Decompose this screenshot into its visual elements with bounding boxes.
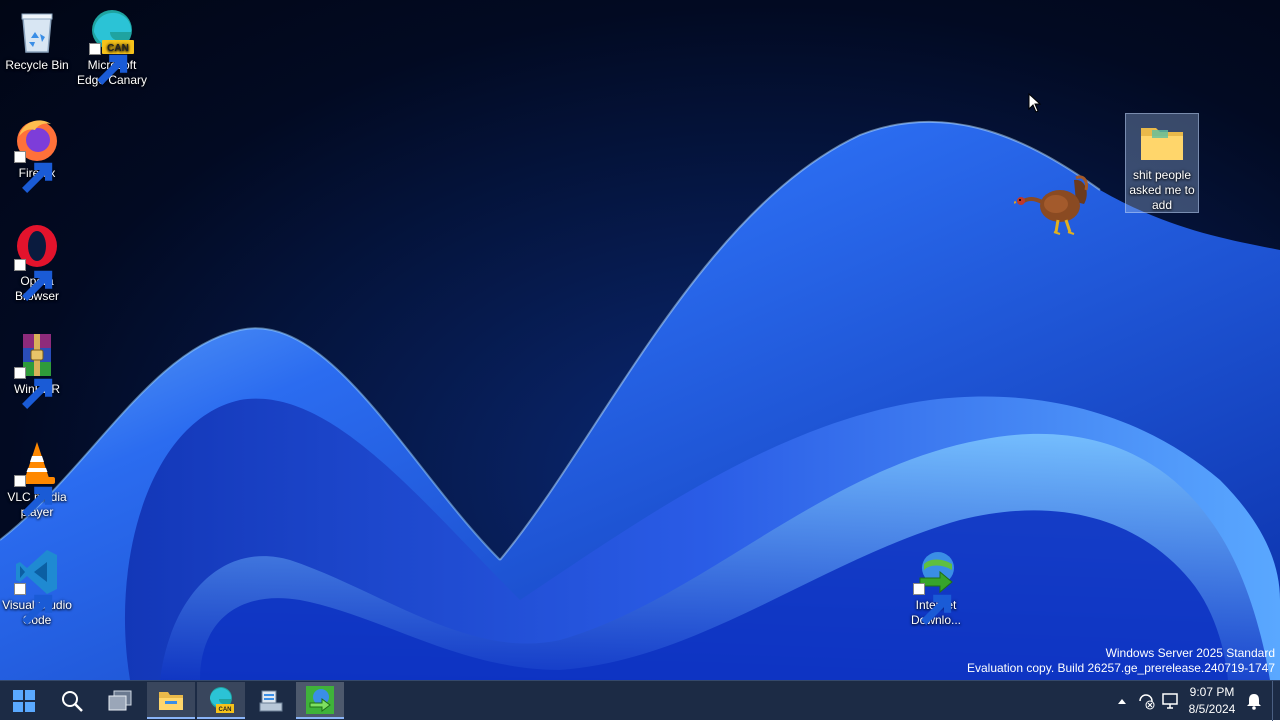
opera-browser-icon-item[interactable]: Opera Browser — [0, 224, 74, 304]
edge-canary-icon: CAN — [210, 686, 234, 713]
recycle-bin-icon-item[interactable]: Recycle Bin — [0, 8, 74, 73]
search-button[interactable] — [48, 682, 96, 719]
clock[interactable]: 9:07 PM 8/5/2024 — [1184, 684, 1240, 718]
winrar-icon — [13, 332, 61, 409]
tray-overflow-button[interactable] — [1110, 681, 1134, 721]
opera-icon — [13, 224, 61, 301]
watermark-edition: Windows Server 2025 Standard — [1105, 646, 1275, 660]
task-view-icon — [108, 690, 132, 710]
file-explorer-icon — [159, 691, 183, 710]
show-desktop-button[interactable] — [1272, 681, 1280, 721]
recycle-bin-icon — [13, 8, 61, 56]
wallpaper-background — [0, 120, 1280, 680]
visual-studio-code-icon-item[interactable]: Visual Studio Code — [0, 548, 74, 628]
vlc-media-player-icon-item[interactable]: VLC media player — [0, 440, 74, 520]
task-view-button[interactable] — [96, 682, 144, 719]
turkey-pet-image[interactable] — [1014, 172, 1092, 240]
search-icon — [62, 690, 83, 712]
vscode-icon — [13, 548, 61, 625]
windows-start-icon — [13, 689, 35, 712]
bell-icon — [1247, 694, 1261, 710]
edge-canary-taskbar-button[interactable]: CAN — [197, 682, 245, 719]
folder-icon-item[interactable]: shit people asked me to add — [1125, 113, 1199, 213]
idm-icon — [306, 685, 334, 714]
taskbar: CAN 9:07 PM 8/5/2024 — [0, 680, 1280, 721]
start-button[interactable] — [0, 682, 48, 719]
folder-label: shit people asked me to add — [1129, 168, 1195, 212]
shortcut-arrow-icon — [913, 583, 952, 625]
idm-taskbar-button[interactable] — [296, 682, 344, 719]
network-icon — [1139, 694, 1155, 710]
desktop[interactable]: Recycle Bin CAN Microsoft Edge Canary Fi… — [0, 0, 1280, 680]
firefox-icon — [13, 116, 61, 193]
notification-button[interactable] — [1242, 681, 1266, 721]
shortcut-arrow-icon — [89, 43, 128, 85]
shortcut-arrow-icon — [14, 259, 53, 301]
shortcut-arrow-icon — [14, 151, 53, 193]
file-explorer-button[interactable] — [147, 682, 195, 719]
edge-canary-icon: CAN — [88, 8, 136, 85]
winrar-icon-item[interactable]: WinRAR — [0, 332, 74, 409]
server-manager-icon — [259, 690, 283, 711]
idm-icon — [912, 548, 960, 625]
display-tray-button[interactable] — [1158, 681, 1182, 721]
shortcut-arrow-icon — [14, 583, 53, 625]
chevron-up-icon — [1118, 699, 1126, 704]
windows-watermark: Windows Server 2025 Standard Evaluation … — [967, 646, 1275, 676]
vlc-icon — [13, 440, 61, 517]
watermark-build: Evaluation copy. Build 26257.ge_prerelea… — [966, 661, 1275, 675]
server-manager-button[interactable] — [247, 682, 295, 719]
clock-date: 8/5/2024 — [1188, 702, 1236, 716]
firefox-icon-item[interactable]: Firefox — [0, 116, 74, 193]
shortcut-arrow-icon — [14, 367, 53, 409]
mouse-cursor-icon — [1028, 93, 1042, 113]
shortcut-arrow-icon — [14, 475, 53, 517]
can-badge-text: CAN — [219, 707, 232, 713]
display-icon — [1162, 693, 1178, 709]
microsoft-edge-canary-icon-item[interactable]: CAN Microsoft Edge Canary — [75, 8, 149, 88]
recycle-bin-label: Recycle Bin — [5, 58, 69, 72]
internet-download-manager-icon-item[interactable]: Internet Downlo... — [899, 548, 973, 628]
folder-icon — [1138, 118, 1186, 166]
network-tray-button[interactable] — [1134, 681, 1158, 721]
clock-time: 9:07 PM — [1189, 685, 1235, 699]
